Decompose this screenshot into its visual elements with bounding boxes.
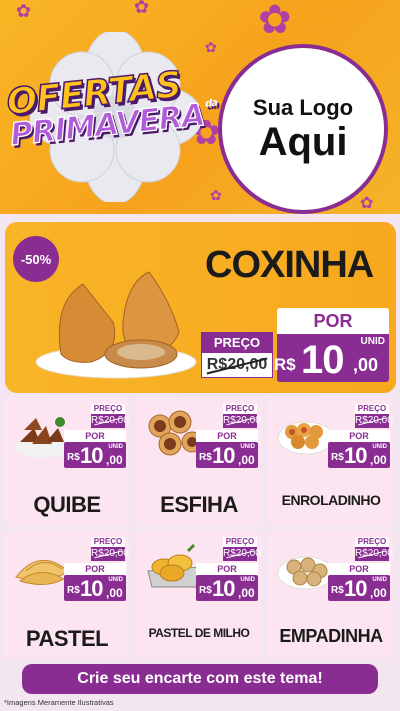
old-price: PREÇOR$20,00 [223,537,261,561]
product-name: ENROLADINHO [281,492,381,508]
price-integer: 10 [344,576,368,601]
featured-old-price: PREÇO R$20,00 [201,332,273,378]
old-price-value: R$20,00 [355,547,393,561]
currency-symbol: R$ [331,585,344,596]
price-cents: ,00 [370,453,387,467]
product-card[interactable]: PREÇOR$20,00 POR R$10,00 UNID ENROLADINHO [268,398,394,526]
new-price-label: POR [64,430,126,442]
price-integer: 10 [344,443,368,468]
logo-text-line2: Aqui [258,120,348,164]
old-price-value: R$20,00 [91,547,129,561]
disclaimer-text: *Imagens Meramente Ilustrativas [4,698,114,707]
new-price-value: R$ 10,00 UNID [196,575,258,601]
old-price-label: PREÇO [357,404,387,413]
price-cents: ,00 [370,586,387,600]
new-price: POR R$ 10,00 UNID [328,430,390,468]
flower-petal-icon: ✿ [134,0,150,17]
old-price: PREÇOR$20,00 [355,404,393,428]
new-price-label: POR [196,563,258,575]
price-cents: ,00 [238,453,255,467]
flower-petal-icon: ✿ [210,187,222,203]
price-integer: 10 [80,443,104,468]
flower-petal-icon: ✿ [16,1,32,21]
unit-label: UNID [240,577,255,583]
unit-label: UNID [240,444,255,450]
flower-petal-icon: ✿ [205,39,217,55]
new-price: POR R$ 10,00 UNID [196,563,258,601]
cta-button[interactable]: Crie seu encarte com este tema! [22,664,378,694]
product-card[interactable]: PREÇOR$20,00 POR R$10,00 UNID ESFIHA [136,398,262,526]
product-card[interactable]: PREÇOR$20,00 POR R$10,00 UNID QUIBE [4,398,130,526]
old-price-label: PREÇO [202,333,272,353]
product-name: ESFIHA [160,492,238,517]
new-price-value: R$ 10,00 UNID [328,575,390,601]
new-price-value: R$ 10,00 UNID [64,575,126,601]
new-price: POR R$ 10,00 UNID [328,563,390,601]
featured-product-name: COXINHA [205,244,374,286]
price-cents: ,00 [106,453,123,467]
currency-symbol: R$ [67,452,80,463]
product-card[interactable]: PREÇOR$20,00 POR R$10,00 UNID PASTEL DE MILH… [136,531,262,659]
unit-label: UNID [372,444,387,450]
currency-symbol: R$ [331,452,344,463]
old-price-value: R$20,00 [91,414,129,428]
old-price-label: PREÇO [93,537,123,546]
featured-new-price: POR R$ 10 ,00 UNID [274,308,389,382]
new-price-label: POR [196,430,258,442]
old-price-value: R$20,00 [355,414,393,428]
product-card[interactable]: PREÇOR$20,00 POR R$10,00 UNID EMPADINHA [268,531,394,659]
promo-title-da: da [204,97,218,110]
new-price: POR R$ 10,00 UNID [196,430,258,468]
price-integer: 10 [301,338,344,382]
unit-label: UNID [372,577,387,583]
logo-placeholder: Sua Logo Aqui [218,44,388,214]
price-integer: 10 [212,576,236,601]
old-price: PREÇOR$20,00 [223,404,261,428]
old-price-label: PREÇO [225,537,255,546]
currency-symbol: R$ [199,585,212,596]
old-price-value: R$20,00 [223,547,261,561]
new-price-label: POR [328,430,390,442]
currency-symbol: R$ [67,585,80,596]
coxinha-food-icon [35,271,197,379]
currency-symbol: R$ [199,452,212,463]
header-banner: ✿ ✿ ✿ ✿ ✿ ✿ ✿ OFERTAS PRIMAVERAda Sua Lo… [0,0,400,214]
logo-text-line1: Sua Logo [252,95,354,120]
new-price-value: R$ 10 ,00 UNID [274,334,389,382]
price-cents: ,00 [353,355,379,375]
product-name: QUIBE [33,492,101,517]
new-price-label: POR [277,308,389,334]
product-card[interactable]: PREÇOR$20,00 POR R$10,00 UNID PASTEL [4,531,130,659]
price-integer: 10 [80,576,104,601]
new-price: POR R$ 10,00 UNID [64,563,126,601]
new-price-label: POR [328,563,390,575]
unit-label: UNID [108,444,123,450]
product-name: PASTEL [25,626,109,651]
new-price-value: R$ 10,00 UNID [64,442,126,468]
price-cents: ,00 [238,586,255,600]
unit-label: UNID [108,577,123,583]
old-price-value: R$20,00 [202,353,272,377]
unit-label: UNID [360,336,385,347]
price-cents: ,00 [106,586,123,600]
old-price-label: PREÇO [93,404,123,413]
product-name: EMPADINHA [279,626,383,646]
old-price: PREÇOR$20,00 [91,404,129,428]
new-price-value: R$ 10,00 UNID [196,442,258,468]
featured-product-card[interactable]: -50% COXINHA PREÇO R$20,00 POR R$ 10 ,00… [5,222,396,393]
new-price-value: R$ 10,00 UNID [328,442,390,468]
product-name: PASTEL DE MILHO [148,626,250,640]
old-price: PREÇOR$20,00 [355,537,393,561]
new-price-label: POR [64,563,126,575]
flower-petal-icon: ✿ [360,195,374,212]
old-price: PREÇOR$20,00 [91,537,129,561]
new-price: POR R$ 10,00 UNID [64,430,126,468]
old-price-value: R$20,00 [223,414,261,428]
price-integer: 10 [212,443,236,468]
currency-symbol: R$ [274,355,296,374]
flower-petal-icon: ✿ [258,0,292,42]
old-price-label: PREÇO [225,404,255,413]
old-price-label: PREÇO [357,537,387,546]
